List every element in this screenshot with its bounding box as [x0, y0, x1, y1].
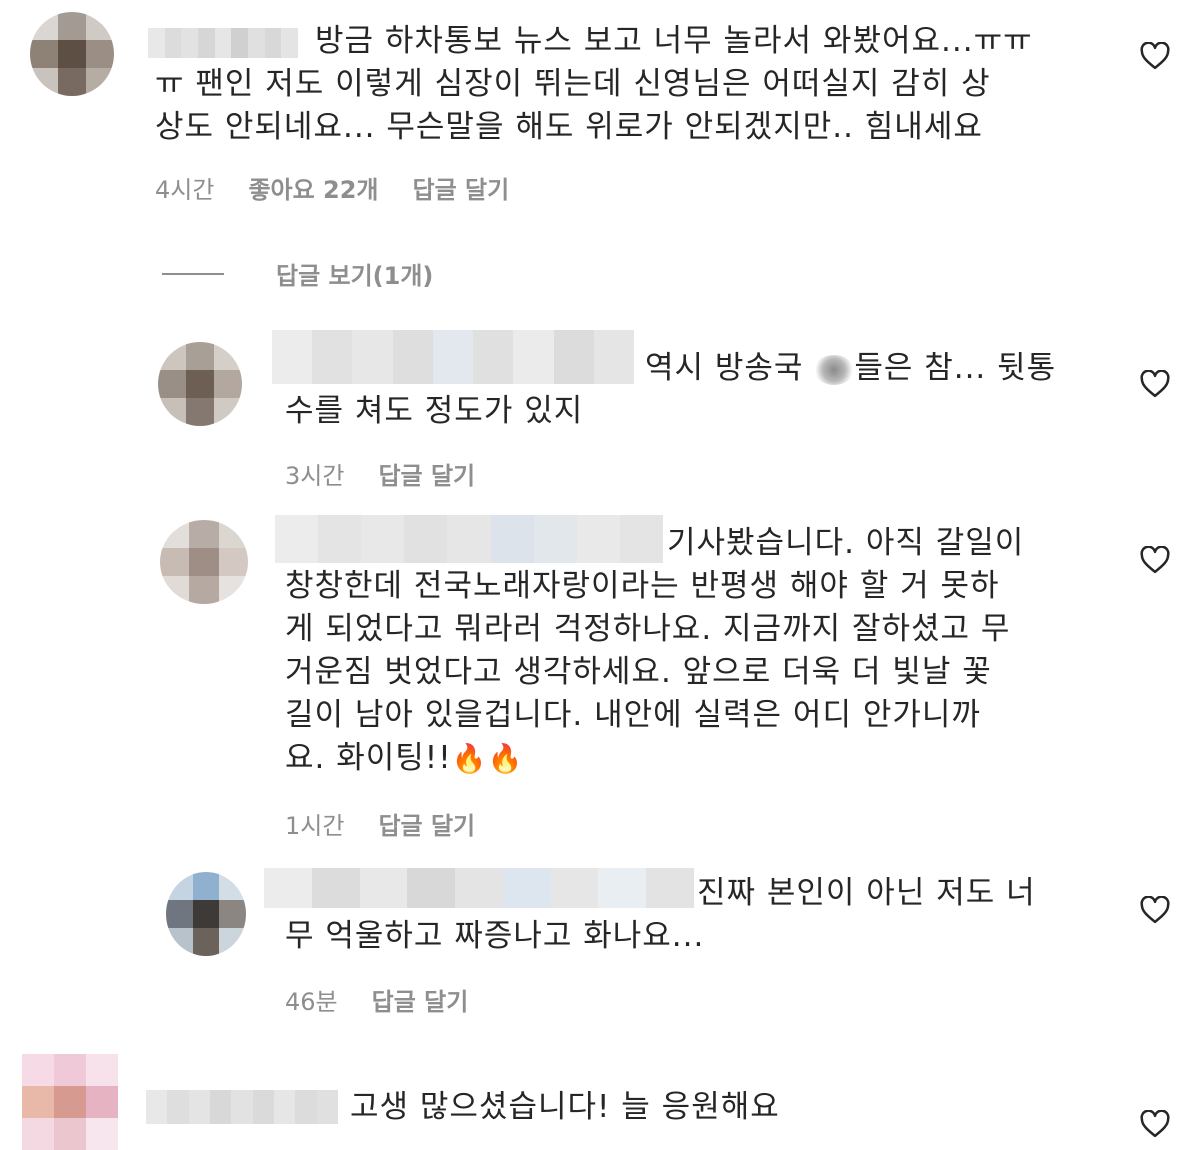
- avatar-pixel: [166, 872, 193, 900]
- divider-line: [162, 272, 224, 275]
- comment-meta: 46분 답글 달기: [285, 982, 468, 1017]
- comment-time: 1시간: [285, 812, 345, 840]
- comment-text-part: 역시 방송국: [645, 350, 815, 386]
- avatar-pixel: [22, 1118, 54, 1150]
- avatar-pixel: [158, 398, 186, 426]
- username-pixel: [146, 1090, 168, 1124]
- avatar-pixel: [218, 576, 248, 604]
- avatar-pixel: [22, 1054, 54, 1086]
- like-heart-icon[interactable]: [1140, 896, 1170, 924]
- username-pixel: [188, 1090, 210, 1124]
- view-replies-button[interactable]: 답글 보기(1개): [162, 256, 433, 291]
- avatar-pixel: [86, 12, 114, 40]
- avatar-pixel: [86, 68, 114, 96]
- avatar[interactable]: [30, 12, 114, 96]
- avatar-pixel: [86, 1118, 118, 1150]
- username-pixel: [295, 1090, 317, 1124]
- avatar-pixel: [30, 68, 58, 96]
- comment-text: 역시 방송국 들은 참... 뒷통 수를 쳐도 정도가 있지: [285, 347, 1095, 433]
- avatar-pixel: [54, 1086, 86, 1118]
- avatar-pixel: [54, 1054, 86, 1086]
- avatar-pixel: [214, 398, 242, 426]
- comment-time: 3시간: [285, 462, 345, 490]
- avatar-pixel: [160, 548, 190, 576]
- reply-button[interactable]: 답글 달기: [378, 806, 475, 841]
- avatar-pixel: [214, 342, 242, 370]
- avatar-pixel: [186, 398, 214, 426]
- comment-time: 46분: [285, 988, 338, 1016]
- comment-text: 고생 많으셨습니다! 늘 응원해요: [350, 1089, 780, 1125]
- comment-meta: 4시간 좋아요 22개 답글 달기: [155, 170, 509, 205]
- avatar-pixel: [166, 900, 193, 928]
- avatar-pixel: [58, 40, 86, 68]
- avatar-pixel: [86, 1054, 118, 1086]
- avatar[interactable]: [166, 872, 246, 956]
- avatar-pixel: [186, 342, 214, 370]
- comment-meta: 3시간 답글 달기: [285, 456, 475, 491]
- avatar-pixel: [86, 40, 114, 68]
- avatar-pixel: [214, 370, 242, 398]
- comment-text-part: 기사봤습니다. 아직 갈일이 창창한데 전국노래자랑이라는 반평생 해야 할 거…: [285, 525, 1025, 776]
- avatar[interactable]: [22, 1054, 118, 1150]
- avatar-pixel: [22, 1086, 54, 1118]
- avatar-pixel: [219, 872, 246, 900]
- username-blurred[interactable]: [146, 1090, 338, 1124]
- username-pixel: [273, 1090, 296, 1124]
- fire-emoji-icon: 🔥🔥: [451, 742, 524, 775]
- comment-text: 방금 하차통보 뉴스 보고 너무 놀라서 와봤어요...ㅠㅠ ㅠ 팬인 저도 이…: [155, 23, 1033, 145]
- username-pixel: [209, 1090, 232, 1124]
- like-heart-icon[interactable]: [1140, 1110, 1170, 1138]
- avatar-pixel: [160, 576, 190, 604]
- view-replies-label[interactable]: 답글 보기(1개): [276, 256, 433, 291]
- avatar-pixel: [189, 520, 219, 548]
- avatar[interactable]: [158, 342, 242, 426]
- avatar-pixel: [158, 342, 186, 370]
- avatar-pixel: [30, 40, 58, 68]
- avatar-pixel: [86, 1086, 118, 1118]
- reply-button[interactable]: 답글 달기: [413, 170, 510, 205]
- avatar-pixel: [218, 548, 248, 576]
- avatar-pixel: [54, 1118, 86, 1150]
- comment-text: 진짜 본인이 아닌 저도 너 무 억울하고 짜증나고 화나요...: [285, 875, 1036, 954]
- avatar-pixel: [192, 900, 220, 928]
- avatar-pixel: [192, 872, 220, 900]
- avatar-pixel: [189, 548, 219, 576]
- avatar-pixel: [30, 12, 58, 40]
- reply-button[interactable]: 답글 달기: [378, 456, 475, 491]
- comment-time: 4시간: [155, 176, 215, 204]
- reply-button[interactable]: 답글 달기: [372, 982, 469, 1017]
- avatar-pixel: [218, 520, 248, 548]
- avatar[interactable]: [160, 520, 248, 604]
- username-pixel: [231, 1090, 253, 1124]
- username-pixel: [167, 1090, 189, 1124]
- avatar-pixel: [160, 520, 190, 548]
- username-pixel: [252, 1090, 274, 1124]
- avatar-pixel: [166, 928, 193, 956]
- avatar-pixel: [219, 928, 246, 956]
- avatar-pixel: [219, 900, 246, 928]
- censored-word-blur: [814, 354, 855, 385]
- avatar-pixel: [58, 12, 86, 40]
- avatar-pixel: [58, 68, 86, 96]
- username-pixel: [316, 1090, 338, 1124]
- comment-meta: 1시간 답글 달기: [285, 806, 475, 841]
- like-heart-icon[interactable]: [1140, 42, 1170, 70]
- like-heart-icon[interactable]: [1140, 546, 1170, 574]
- avatar-pixel: [192, 928, 220, 956]
- avatar-pixel: [158, 370, 186, 398]
- avatar-pixel: [189, 576, 219, 604]
- avatar-pixel: [186, 370, 214, 398]
- likes-count[interactable]: 좋아요 22개: [248, 170, 378, 205]
- like-heart-icon[interactable]: [1140, 370, 1170, 398]
- comment-text: 기사봤습니다. 아직 갈일이 창창한데 전국노래자랑이라는 반평생 해야 할 거…: [285, 522, 1105, 780]
